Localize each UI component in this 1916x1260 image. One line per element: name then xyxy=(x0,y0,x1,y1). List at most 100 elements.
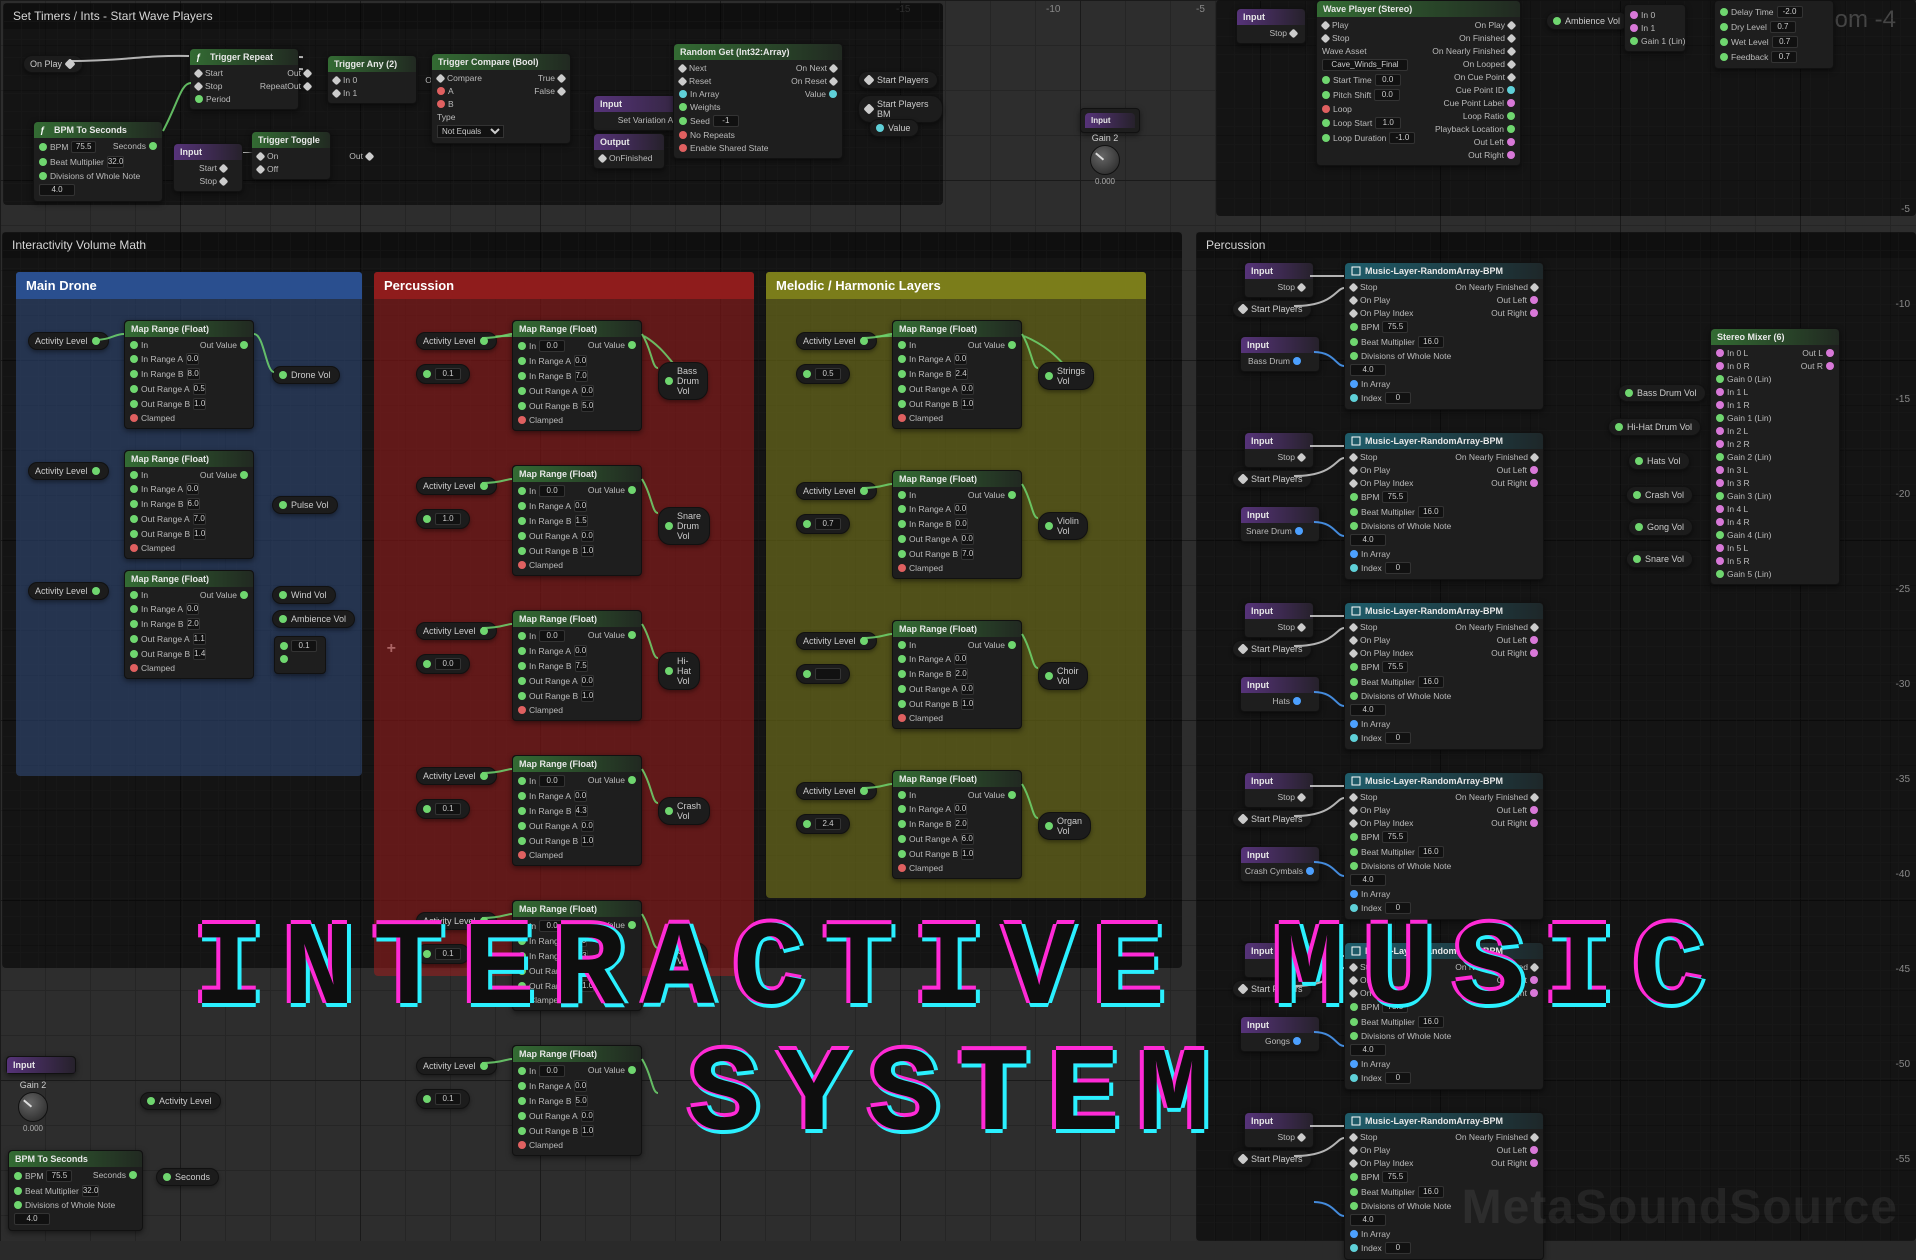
windvol-pill[interactable]: Wind Vol xyxy=(272,586,336,604)
music-layer[interactable]: Music-Layer-RandomArray-BPM Stop On Play… xyxy=(1344,1112,1544,1260)
activity-pill[interactable]: Activity Level xyxy=(416,767,497,785)
startplayers[interactable]: Start Players xyxy=(1232,640,1312,658)
music-layer[interactable]: Music-Layer-RandomArray-BPM Stop On Play… xyxy=(1344,772,1544,920)
input[interactable]: Input Stop xyxy=(1244,942,1314,978)
pinA[interactable]: 1.0 xyxy=(416,509,470,529)
outvol-pill[interactable]: Strings Vol xyxy=(1038,362,1094,390)
mix-node-small[interactable]: In 0 In 1 Gain 1 (Lin) xyxy=(1624,4,1686,52)
activity-pill-3[interactable]: Activity Level xyxy=(28,582,109,600)
input2[interactable]: Input Hats xyxy=(1240,676,1320,712)
maprange[interactable]: Map Range (Float) In In Range A0.0 In Ra… xyxy=(892,770,1022,879)
maprange[interactable]: Map Range (Float) In In Range A0.0 In Ra… xyxy=(892,320,1022,429)
subpanel-maindrone[interactable]: Main Drone Activity Level Activity Level… xyxy=(16,272,362,776)
hihatvol-pill[interactable]: Hi-Hat Drum Vol xyxy=(1608,418,1701,436)
bpm-to-seconds-2[interactable]: BPM To Seconds BPM75.5 Beat Multiplier32… xyxy=(8,1150,143,1231)
pinA[interactable]: 0.7 xyxy=(796,514,850,534)
comment-set-timers[interactable]: Set Timers / Ints - Start Wave Players O… xyxy=(3,3,943,205)
startplayers[interactable]: Start Players xyxy=(1232,470,1312,488)
maprange[interactable]: Map Range (Float) In0.0 In Range A0.0 In… xyxy=(512,900,642,1011)
pinA[interactable]: 0.1 xyxy=(416,944,470,964)
ambvol-pill[interactable]: Ambience Vol xyxy=(272,610,355,628)
snarevol-pill[interactable]: Snare Vol xyxy=(1626,550,1693,568)
input[interactable]: Input Stop xyxy=(1244,432,1314,468)
pinA[interactable]: 0.5 xyxy=(796,364,850,384)
comment-waveplayer[interactable]: Input Stop Wave Player (Stereo) Play Sto… xyxy=(1216,0,1916,216)
maprange[interactable]: Map Range (Float) In In Range A0.0 In Ra… xyxy=(892,620,1022,729)
maprange[interactable]: Map Range (Float) In In Range A0.0 In Ra… xyxy=(892,470,1022,579)
activity-pill[interactable]: Activity Level xyxy=(416,622,497,640)
outvol-pill[interactable]: Crash Vol xyxy=(658,797,710,825)
hatsvol-pill[interactable]: Hats Vol xyxy=(1628,452,1690,470)
startplayers[interactable]: Start Players xyxy=(1232,980,1312,998)
outvol-pill[interactable]: Organ Vol xyxy=(1038,812,1091,840)
trigger-any[interactable]: Trigger Any (2) In 0 In 1 Out xyxy=(327,55,417,104)
add-node[interactable]: 0.1 + xyxy=(274,636,326,674)
startplayers[interactable]: Start Players xyxy=(1232,810,1312,828)
input2[interactable]: Input Gongs xyxy=(1240,1016,1320,1052)
music-layer[interactable]: Music-Layer-RandomArray-BPM Stop On Play… xyxy=(1344,262,1544,410)
activity-pill-2[interactable]: Activity Level xyxy=(28,462,109,480)
input[interactable]: Input Stop xyxy=(1244,772,1314,808)
startplayers[interactable]: Start Players xyxy=(1232,300,1312,318)
pinA[interactable]: 0.0 xyxy=(416,654,470,674)
comment-percussion-right[interactable]: Percussion Stereo Mixer (6) In 0 L In 0 … xyxy=(1196,232,1916,1241)
maprange[interactable]: Map Range (Float) In0.0 In Range A0.0 In… xyxy=(512,465,642,576)
input2[interactable]: Input Crash Cymbals xyxy=(1240,846,1320,882)
input[interactable]: Input Stop xyxy=(1244,602,1314,638)
pulsevol-pill[interactable]: Pulse Vol xyxy=(272,496,338,514)
output-onfinished[interactable]: Output OnFinished xyxy=(593,133,665,169)
music-layer[interactable]: Music-Layer-RandomArray-BPM Stop On Play… xyxy=(1344,432,1544,580)
pinA[interactable]: 0.1 xyxy=(416,364,470,384)
trigger-compare[interactable]: Trigger Compare (Bool) Compare A B Type … xyxy=(431,53,571,144)
pinA[interactable]: 0.1 xyxy=(416,799,470,819)
input2[interactable]: Input Bass Drum xyxy=(1240,336,1320,372)
compare-type-select[interactable]: Not Equals xyxy=(437,125,504,138)
input[interactable]: Input Stop xyxy=(1244,262,1314,298)
startplayers[interactable]: Start Players xyxy=(1232,1150,1312,1168)
wave-player-stereo[interactable]: Wave Player (Stereo) Play Stop Wave Asse… xyxy=(1316,0,1521,166)
dronevol-pill[interactable]: Drone Vol xyxy=(272,366,340,384)
seconds-pill[interactable]: Seconds xyxy=(156,1168,219,1186)
value-pill[interactable]: Value xyxy=(869,119,919,137)
maprange[interactable]: Map Range (Float) In0.0 In Range A0.0 In… xyxy=(512,1045,642,1156)
activity-pill[interactable]: Activity Level xyxy=(796,332,877,350)
maprange-blue-2[interactable]: Map Range (Float) In In Range A0.0 In Ra… xyxy=(124,570,254,679)
crashvol-pill[interactable]: Crash Vol xyxy=(1626,486,1693,504)
outvol-pill[interactable]: Hi-Hat Vol xyxy=(658,652,700,690)
music-layer[interactable]: Music-Layer-RandomArray-BPM Stop On Play… xyxy=(1344,602,1544,750)
outvol-pill[interactable]: Snare Drum Vol xyxy=(658,507,710,545)
activity-pill-1[interactable]: Activity Level xyxy=(28,332,109,350)
delay-node[interactable]: Delay Time-2.0 Dry Level0.7 Wet Level0.7… xyxy=(1714,0,1834,69)
input2[interactable]: Input Snare Drum xyxy=(1240,506,1320,542)
gain2-knob[interactable]: Input Gain 2 0.000 xyxy=(1080,108,1130,186)
input-stop[interactable]: Input Stop xyxy=(1236,8,1306,44)
input[interactable]: Input Stop xyxy=(1244,1112,1314,1148)
random-get[interactable]: Random Get (Int32:Array) Next Reset In A… xyxy=(673,43,843,159)
gongvol-pill[interactable]: Gong Vol xyxy=(1628,518,1693,536)
maprange[interactable]: Map Range (Float) In0.0 In Range A0.0 In… xyxy=(512,755,642,866)
outvol-pill[interactable]: Choir Vol xyxy=(1038,662,1088,690)
outvol-pill[interactable]: Violin Vol xyxy=(1038,512,1088,540)
maprange[interactable]: Map Range (Float) In0.0 In Range A0.0 In… xyxy=(512,610,642,721)
trigger-toggle[interactable]: Trigger Toggle On Off Out xyxy=(251,131,331,180)
activity-pill[interactable]: Activity Level xyxy=(796,632,877,650)
bassdrumvol-pill[interactable]: Bass Drum Vol xyxy=(1618,384,1706,402)
activity-pill[interactable]: Activity Level xyxy=(416,912,497,930)
outvol-pill[interactable]: Gong Vol xyxy=(658,942,708,970)
activity-pill[interactable]: Activity Level xyxy=(796,482,877,500)
maprange-blue-1[interactable]: Map Range (Float) In In Range A0.0 In Ra… xyxy=(124,450,254,559)
input-start-stop[interactable]: Input Start Stop xyxy=(173,143,243,192)
outvol-pill[interactable]: Bass Drum Vol xyxy=(658,362,708,400)
pinA[interactable]: 0.1 xyxy=(416,1089,470,1109)
ambience-vol-pill[interactable]: Ambience Vol xyxy=(1546,12,1629,30)
bpm-to-seconds[interactable]: ƒBPM To Seconds BPM75.5 Beat Multiplier3… xyxy=(33,121,163,202)
stereo-mixer[interactable]: Stereo Mixer (6) In 0 L In 0 R Gain 0 (L… xyxy=(1710,328,1840,585)
activity-pill[interactable]: Activity Level xyxy=(416,332,497,350)
gain2-knob-bot[interactable]: Gain 2 0.000 xyxy=(8,1080,58,1133)
music-layer[interactable]: Music-Layer-RandomArray-BPM Stop On Play… xyxy=(1344,942,1544,1090)
maprange-blue-0[interactable]: Map Range (Float) In In Range A0.0 In Ra… xyxy=(124,320,254,429)
activity-pill[interactable]: Activity Level xyxy=(796,782,877,800)
pinA[interactable]: 2.4 xyxy=(796,814,850,834)
trigger-repeat[interactable]: ƒTrigger Repeat Start Stop Period Out Re… xyxy=(189,48,299,110)
input-bottom[interactable]: Input xyxy=(6,1056,76,1074)
